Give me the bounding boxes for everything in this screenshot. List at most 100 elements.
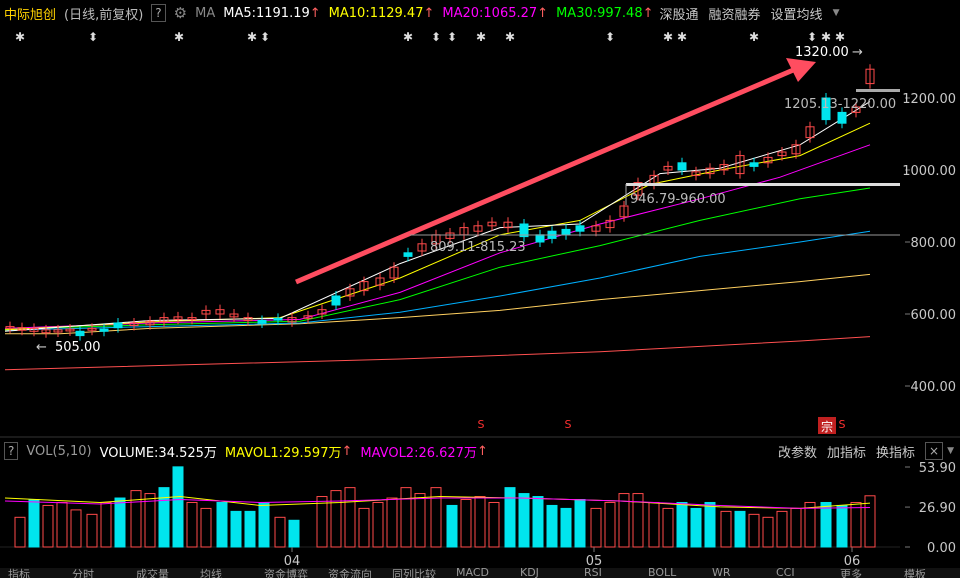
volume-bar-down (546, 504, 558, 548)
star-marker: ✱ (505, 30, 515, 44)
range-label-2: 946.79-960.00 (630, 192, 726, 207)
volume-bar-down (446, 504, 458, 548)
bottom-tab[interactable]: CCI (776, 568, 795, 578)
volume-bar-down (172, 466, 184, 548)
bottom-tab[interactable]: 同列比较 (392, 568, 436, 578)
price-tick-label: 1200.00 (902, 92, 956, 107)
ma5-line (4, 101, 871, 332)
edit-params-button[interactable]: 改参数 (778, 442, 817, 461)
volume-bar-down (734, 510, 746, 548)
switch-indicator-button[interactable]: 换指标 (876, 442, 915, 461)
bottom-tab[interactable]: BOLL (648, 568, 676, 578)
vol-dropdown-icon[interactable]: ▼ (947, 446, 954, 456)
range-label-3: 1205.13-1220.00 (784, 97, 896, 112)
volume-bar-down (216, 501, 228, 548)
low-price-arrow: ← (36, 340, 47, 355)
volume-bar-up (720, 510, 732, 548)
price-tick-label: 600.00 (911, 308, 957, 323)
volume-bar-up (386, 497, 398, 548)
mavol1-value: MAVOL1:29.597万 (224, 445, 342, 461)
volume-bar-up (648, 501, 660, 548)
volume-bar-up (748, 513, 760, 548)
bottom-tab[interactable]: 指标 (8, 568, 30, 578)
volume-bar-up (330, 490, 342, 548)
star-marker: ✱ (476, 30, 486, 44)
mavol1-arrow: ↑ (341, 443, 353, 459)
bottom-tab[interactable]: 均线 (200, 568, 222, 578)
volume-bar-up (488, 501, 500, 548)
star-marker: ✱ (821, 30, 831, 44)
vol-label: VOL(5,10) (26, 443, 92, 459)
mavol2-arrow: ↑ (476, 443, 488, 459)
bottom-tab[interactable]: 分时 (72, 568, 94, 578)
kline-chart[interactable]: 809.11-815.23 946.79-960.00 1205.13-1220.0… (0, 0, 960, 578)
resistance-line (856, 89, 900, 92)
volume-bar-up (790, 507, 802, 548)
star-marker: ✱ (15, 30, 25, 44)
vol-help-button[interactable]: ? (4, 442, 19, 460)
volume-bar-up (344, 487, 356, 548)
price-tick-label: 400.00 (911, 380, 957, 395)
s-marker: S (478, 418, 485, 431)
bottom-tab[interactable]: KDJ (520, 568, 539, 578)
candle-down (837, 111, 847, 124)
price-tick-label: 800.00 (911, 236, 957, 251)
volume-bar-down (518, 493, 530, 548)
candle-down (561, 228, 571, 236)
star-marker: ✱ (663, 30, 673, 44)
star-marker: ✱ (835, 30, 845, 44)
candle-down (113, 322, 123, 329)
candle-down (273, 317, 283, 321)
volume-bar-up (776, 510, 788, 548)
candle-down (75, 330, 85, 337)
date-axis: 04 05 06 (284, 547, 860, 569)
volume-bar-down (690, 507, 702, 548)
volume-bar-down (28, 499, 40, 548)
bottom-tab[interactable]: 资金博弈 (264, 568, 308, 578)
star-marker: ✱ (749, 30, 759, 44)
volume-bar-down (230, 510, 242, 548)
support-line-2 (626, 183, 900, 186)
moving-average-lines (4, 101, 871, 371)
s-marker: S (565, 418, 572, 431)
volume-bar-up (804, 501, 816, 548)
volume-bar-up (762, 516, 774, 548)
dividend-marker: ⬍ (431, 30, 441, 44)
volume-tick-label: 53.90 (919, 461, 956, 476)
volume-bar-down (532, 496, 544, 548)
price-axis: 1200.00 1000.00 800.00 600.00 400.00 (902, 92, 956, 395)
volume-bar-down (676, 501, 688, 548)
volume-bar-up (200, 507, 212, 548)
bottom-tab[interactable]: WR (712, 568, 731, 578)
volume-bar-down (244, 510, 256, 548)
volume-bar-down (158, 487, 170, 548)
volume-header: ? VOL(5,10) VOLUME:34.525万 MAVOL1:29.597… (0, 439, 960, 463)
volume-bar-down (836, 504, 848, 548)
volume-bars (4, 466, 876, 548)
close-icon[interactable]: × (925, 442, 944, 460)
bottom-tab[interactable]: 模板 (904, 568, 926, 578)
ma250-line (4, 336, 871, 371)
volume-bar-up (42, 504, 54, 548)
star-marker: ✱ (403, 30, 413, 44)
zong-marker: 宗 (821, 419, 833, 434)
bottom-tab[interactable]: 更多 (840, 568, 862, 578)
volume-bar-down (258, 501, 270, 548)
volume-bar-up (850, 501, 862, 548)
bottom-tab[interactable]: RSI (584, 568, 602, 578)
volume-bar-up (662, 507, 674, 548)
bottom-tab[interactable]: MACD (456, 568, 489, 578)
event-markers: ✱ ⬍ ✱ ✱ ⬍ ✱ ⬍ ⬍ ✱ ✱ ⬍ ✱ ✱ ✱ ⬍ ✱ ✱S S S宗 (15, 30, 846, 434)
volume-bar-up (358, 507, 370, 548)
add-indicator-button[interactable]: 加指标 (827, 442, 866, 461)
volume-value: VOLUME:34.525万 (99, 445, 217, 461)
volume-bar-down (820, 501, 832, 548)
low-price-label: 505.00 (55, 340, 101, 355)
annotations: 809.11-815.23 946.79-960.00 1205.13-1220.0… (36, 45, 900, 355)
bottom-tab[interactable]: 成交量 (136, 568, 169, 578)
bottom-tab[interactable]: 资金流向 (328, 568, 372, 578)
volume-bar-up (56, 501, 68, 548)
volume-bar-down (704, 501, 716, 548)
candle-down (575, 225, 585, 232)
volume-bar-down (504, 487, 516, 548)
